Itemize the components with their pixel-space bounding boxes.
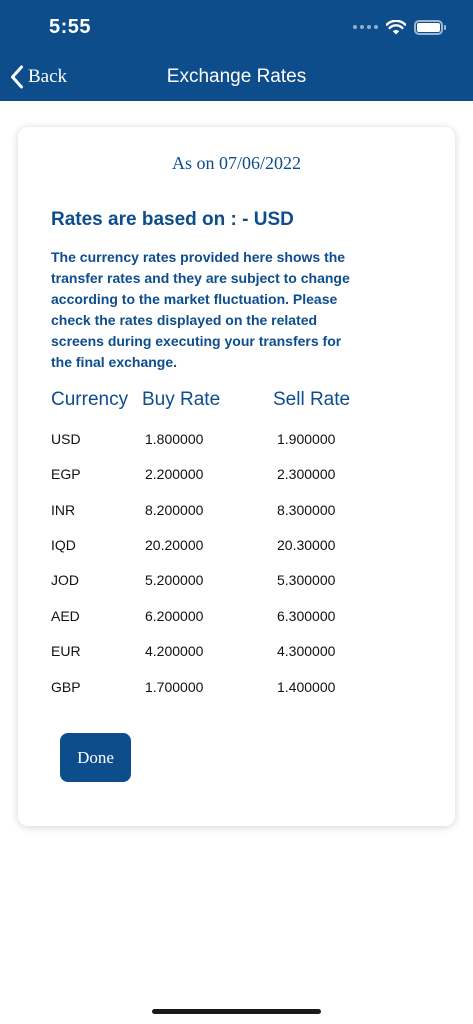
app-header: 5:55 Back Exchange Rates	[0, 0, 473, 101]
buy-rate: 1.800000	[145, 431, 204, 447]
status-time: 5:55	[49, 16, 92, 38]
currency-code: GBP	[51, 679, 81, 695]
buy-rate: 2.200000	[145, 466, 204, 482]
sell-rate: 8.300000	[277, 502, 336, 518]
table-row: JOD 5.200000 5.300000	[51, 572, 431, 596]
sell-rate: 1.900000	[277, 431, 336, 447]
sell-rate: 4.300000	[277, 643, 336, 659]
buy-rate: 1.700000	[145, 679, 204, 695]
done-button[interactable]: Done	[60, 733, 131, 782]
wifi-icon	[386, 19, 406, 34]
column-header-buy-rate: Buy Rate	[142, 389, 221, 410]
sell-rate: 20.30000	[277, 537, 336, 553]
currency-code: IQD	[51, 537, 76, 553]
exchange-rates-card: As on 07/06/2022 Rates are based on : - …	[18, 127, 455, 826]
table-row: EGP 2.200000 2.300000	[51, 466, 431, 490]
page-title: Exchange Rates	[166, 66, 307, 87]
currency-code: EGP	[51, 466, 81, 482]
rates-disclaimer: The currency rates provided here shows t…	[51, 249, 350, 370]
buy-rate: 8.200000	[145, 502, 204, 518]
table-row: INR 8.200000 8.300000	[51, 502, 431, 526]
table-row: GBP 1.700000 1.400000	[51, 679, 431, 703]
nav-bar: Back Exchange Rates	[0, 54, 473, 101]
sell-rate: 2.300000	[277, 466, 336, 482]
status-icons	[353, 17, 446, 37]
buy-rate: 20.20000	[145, 537, 204, 553]
column-header-sell-rate: Sell Rate	[273, 389, 351, 410]
table-row: USD 1.800000 1.900000	[51, 431, 431, 455]
currency-code: EUR	[51, 643, 81, 659]
as-on-date: As on 07/06/2022	[171, 153, 301, 173]
column-header-currency: Currency	[51, 389, 129, 410]
buy-rate: 4.200000	[145, 643, 204, 659]
buy-rate: 6.200000	[145, 608, 204, 624]
table-row: IQD 20.20000 20.30000	[51, 537, 431, 561]
sell-rate: 5.300000	[277, 572, 336, 588]
sell-rate: 6.300000	[277, 608, 336, 624]
table-row: EUR 4.200000 4.300000	[51, 643, 431, 667]
currency-code: INR	[51, 502, 76, 518]
currency-code: JOD	[51, 572, 79, 588]
table-row: AED 6.200000 6.300000	[51, 608, 431, 632]
base-currency-heading: Rates are based on : - USD	[51, 209, 294, 230]
home-indicator[interactable]	[152, 1009, 321, 1014]
battery-icon	[414, 19, 446, 35]
status-bar: 5:55	[0, 0, 473, 54]
currency-code: AED	[51, 608, 80, 624]
sell-rate: 1.400000	[277, 679, 336, 695]
currency-code: USD	[51, 431, 81, 447]
buy-rate: 5.200000	[145, 572, 204, 588]
signal-icon	[353, 25, 378, 29]
